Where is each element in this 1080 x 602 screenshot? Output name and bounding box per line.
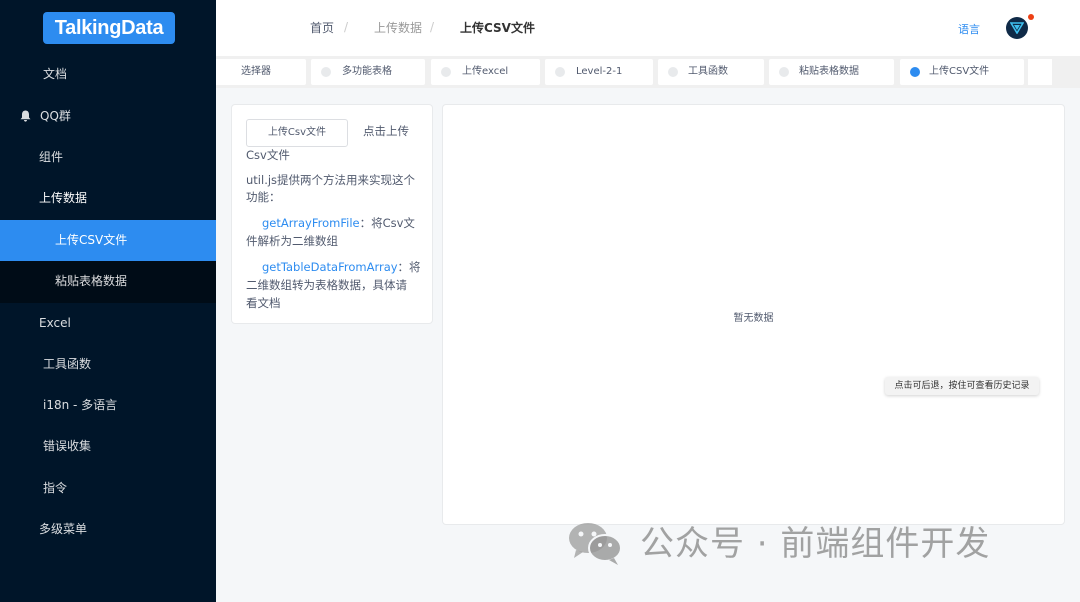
sidebar-item-qq-group[interactable]: QQ群 bbox=[0, 96, 216, 137]
method-2-name: getTableDataFromArray bbox=[262, 260, 398, 274]
sidebar-item-multilevel-menu[interactable]: 多级菜单 bbox=[0, 509, 216, 550]
method-1-desc-cont: 件解析为二维数组 bbox=[246, 234, 338, 248]
click-hint: 点击上传 bbox=[363, 124, 409, 138]
sidebar-item-components[interactable]: 组件 bbox=[0, 137, 216, 178]
click-hint-cont: Csv文件 bbox=[246, 148, 290, 162]
tag-upload-csv[interactable]: 上传CSV文件 bbox=[900, 59, 1024, 85]
tags-menu-button[interactable] bbox=[1028, 59, 1052, 85]
breadcrumb-separator: / bbox=[430, 20, 435, 34]
tag-label: Level-2-1 bbox=[576, 66, 623, 77]
tag-selector[interactable]: 选择器 bbox=[216, 59, 306, 85]
sidebar-item-label: 工具函数 bbox=[43, 357, 92, 371]
sidebar-item-label: 上传数据 bbox=[39, 191, 88, 205]
method-2: getTableDataFromArray：将 bbox=[262, 258, 421, 276]
sidebar-item-label: QQ群 bbox=[40, 109, 71, 123]
tag-multi-table[interactable]: 多功能表格 bbox=[311, 59, 425, 85]
sidebar-item-label: 粘贴表格数据 bbox=[55, 274, 128, 288]
tag-dot-icon bbox=[910, 67, 920, 77]
tag-label: 上传excel bbox=[462, 66, 509, 77]
wechat-icon bbox=[569, 523, 622, 565]
back-button-tooltip: 点击可后退，按住可查看历史记录 bbox=[885, 377, 1039, 395]
tag-label: 粘贴表格数据 bbox=[799, 66, 859, 77]
logo[interactable]: TalkingData bbox=[43, 12, 175, 44]
tag-label: 选择器 bbox=[241, 66, 271, 77]
avatar[interactable] bbox=[1006, 17, 1028, 39]
data-table-card: 暂无数据 bbox=[442, 104, 1065, 525]
language-switcher[interactable]: 语言 bbox=[958, 21, 980, 37]
logo-text: TalkingData bbox=[54, 17, 164, 39]
description: util.js提供两个方法用来实现这个 bbox=[246, 173, 416, 187]
tag-dot-icon bbox=[668, 67, 678, 77]
sidebar-item-label: 组件 bbox=[39, 150, 64, 164]
sidebar-item-label: 文档 bbox=[43, 67, 68, 81]
breadcrumb-home[interactable]: 首页 bbox=[310, 20, 334, 36]
tag-dot-icon bbox=[441, 67, 451, 77]
tag-level-2-1[interactable]: Level-2-1 bbox=[545, 59, 653, 85]
method-2-desc-end: 看文档 bbox=[246, 296, 281, 310]
sidebar-item-label: Excel bbox=[39, 316, 71, 330]
sidebar-item-upload-csv[interactable]: 上传CSV文件 bbox=[0, 220, 216, 261]
tag-upload-excel[interactable]: 上传excel bbox=[431, 59, 540, 85]
tag-dot-icon bbox=[555, 67, 565, 77]
sidebar-item-label: 错误收集 bbox=[43, 439, 92, 453]
breadcrumb-upload-data[interactable]: 上传数据 bbox=[374, 20, 422, 36]
tag-paste-table[interactable]: 粘贴表格数据 bbox=[769, 59, 894, 85]
method-1-desc: ：将Csv文 bbox=[359, 216, 415, 230]
watermark-text: 公众号 · 前端组件开发 bbox=[640, 524, 991, 564]
notification-dot bbox=[1028, 14, 1034, 20]
description-cont: 功能： bbox=[246, 190, 281, 204]
upload-card: 上传Csv文件 点击上传 Csv文件 util.js提供两个方法用来实现这个 功… bbox=[231, 104, 433, 324]
method-2-desc: ：将 bbox=[397, 260, 421, 274]
sidebar-item-label: 指令 bbox=[43, 481, 68, 495]
avatar-logo-icon bbox=[1010, 22, 1024, 34]
tags-nav: 选择器 多功能表格 上传excel Level-2-1 工具函数 粘贴表格数据 … bbox=[216, 56, 1080, 88]
sidebar-item-label: 多级菜单 bbox=[39, 522, 88, 536]
tag-dot-icon bbox=[321, 67, 331, 77]
tag-label: 工具函数 bbox=[688, 66, 728, 77]
breadcrumb-current: 上传CSV文件 bbox=[460, 21, 535, 35]
tag-label: 上传CSV文件 bbox=[929, 66, 990, 77]
tag-dot-icon bbox=[779, 67, 789, 77]
tag-label: 多功能表格 bbox=[342, 66, 392, 77]
sidebar-item-excel[interactable]: Excel bbox=[0, 303, 216, 344]
bell-icon bbox=[20, 110, 31, 122]
sidebar-item-label: i18n - 多语言 bbox=[43, 398, 118, 412]
sidebar: TalkingData 文档 QQ群 组件 上传数据 上传CSV文件 粘贴表格数… bbox=[0, 0, 216, 602]
sidebar-item-label: 上传CSV文件 bbox=[55, 233, 128, 247]
sidebar-item-tool-functions[interactable]: 工具函数 bbox=[0, 344, 216, 385]
sidebar-item-i18n[interactable]: i18n - 多语言 bbox=[0, 385, 216, 426]
sidebar-item-docs[interactable]: 文档 bbox=[0, 54, 216, 95]
empty-state-text: 暂无数据 bbox=[733, 313, 774, 324]
sidebar-item-directives[interactable]: 指令 bbox=[0, 468, 216, 509]
breadcrumb-separator: / bbox=[344, 20, 349, 34]
sidebar-item-upload-data[interactable]: 上传数据 bbox=[0, 178, 216, 219]
upload-csv-button[interactable]: 上传Csv文件 bbox=[246, 119, 348, 147]
method-1: getArrayFromFile：将Csv文 bbox=[262, 214, 415, 232]
tag-tool-functions[interactable]: 工具函数 bbox=[658, 59, 764, 85]
sidebar-item-paste-table[interactable]: 粘贴表格数据 bbox=[0, 261, 216, 302]
header: 首页 / 上传数据 / 上传CSV文件 语言 bbox=[216, 0, 1080, 56]
method-2-desc-cont: 二维数组转为表格数据，具体请 bbox=[246, 278, 407, 292]
tags-scroll[interactable]: 选择器 多功能表格 上传excel Level-2-1 工具函数 粘贴表格数据 … bbox=[216, 56, 1028, 88]
method-1-name: getArrayFromFile bbox=[262, 216, 360, 230]
sidebar-item-error-log[interactable]: 错误收集 bbox=[0, 426, 216, 467]
